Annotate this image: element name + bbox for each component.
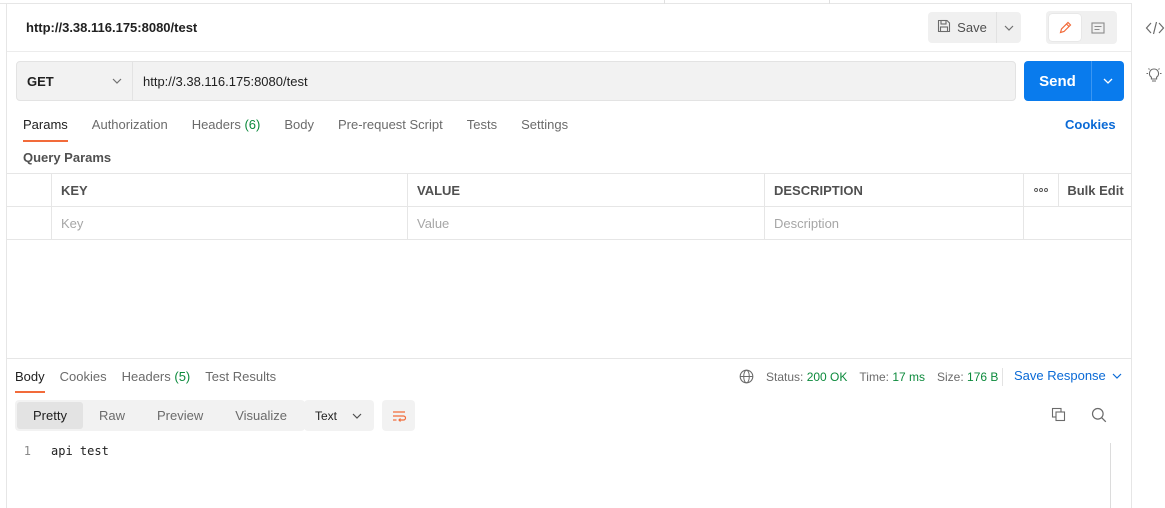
tab-pre-request-script[interactable]: Pre-request Script xyxy=(338,117,443,142)
chevron-down-icon xyxy=(1103,78,1113,84)
save-button[interactable]: Save xyxy=(928,12,996,43)
tab-authorization[interactable]: Authorization xyxy=(92,117,168,142)
edit-mode-button[interactable] xyxy=(1049,14,1081,41)
save-icon xyxy=(937,19,951,36)
checkbox-column-header xyxy=(7,174,52,206)
wrap-lines-icon xyxy=(392,410,406,422)
lightbulb-icon[interactable] xyxy=(1145,66,1163,87)
more-dots-icon xyxy=(1034,188,1048,192)
save-response-button[interactable]: Save Response xyxy=(1014,368,1122,383)
description-input[interactable]: Description xyxy=(765,207,1024,239)
value-input[interactable]: Value xyxy=(408,207,765,239)
table-header-row: KEY VALUE DESCRIPTION Bulk Edit xyxy=(7,174,1132,207)
response-tabs: Body Cookies Headers (5) Test Results xyxy=(15,369,276,393)
response-meta: Status: 200 OK Time: 17 ms Size: 176 B xyxy=(739,369,1010,384)
method-label: GET xyxy=(27,73,54,89)
response-pane: Body Cookies Headers (5) Test Results St… xyxy=(7,358,1132,508)
more-options-button[interactable] xyxy=(1024,174,1059,206)
chevron-down-icon xyxy=(1004,25,1014,31)
headers-count: (6) xyxy=(244,117,261,132)
tab-settings[interactable]: Settings xyxy=(521,117,568,142)
empty-cell xyxy=(1024,207,1059,239)
right-sidebar xyxy=(1133,0,1165,508)
view-mode-toggle xyxy=(1046,11,1117,44)
globe-icon[interactable] xyxy=(739,369,754,384)
url-input[interactable]: http://3.38.116.175:8080/test xyxy=(133,62,308,100)
view-preview[interactable]: Preview xyxy=(141,402,219,429)
send-button-group: Send xyxy=(1024,61,1124,101)
row-checkbox-cell xyxy=(7,207,52,239)
send-options-button[interactable] xyxy=(1091,61,1124,101)
format-select[interactable]: Text xyxy=(304,400,374,431)
view-visualize[interactable]: Visualize xyxy=(219,402,303,429)
response-view-selector: Pretty Raw Preview Visualize xyxy=(15,400,306,431)
response-headers-count: (5) xyxy=(174,369,191,384)
code-line: 1 api test xyxy=(7,444,109,458)
query-params-title: Query Params xyxy=(23,150,112,165)
value-column-header: VALUE xyxy=(408,174,765,206)
query-params-table: KEY VALUE DESCRIPTION Bulk Edit Key Valu… xyxy=(7,173,1132,240)
time-info[interactable]: Time: 17 ms xyxy=(859,370,925,384)
scrollbar[interactable] xyxy=(1110,443,1111,508)
save-label: Save xyxy=(957,20,987,35)
pencil-icon xyxy=(1059,21,1072,33)
bulk-edit-button[interactable]: Bulk Edit xyxy=(1059,174,1132,206)
view-raw[interactable]: Raw xyxy=(83,402,141,429)
send-button[interactable]: Send xyxy=(1024,61,1091,101)
response-tab-cookies[interactable]: Cookies xyxy=(60,369,107,393)
response-tab-body[interactable]: Body xyxy=(15,369,45,393)
size-info[interactable]: Size: 176 B xyxy=(937,370,998,384)
save-options-button[interactable] xyxy=(996,12,1021,43)
tab-params[interactable]: Params xyxy=(23,117,68,142)
chevron-down-icon xyxy=(352,413,362,419)
request-title[interactable]: http://3.38.116.175:8080/test xyxy=(26,20,197,35)
request-header: http://3.38.116.175:8080/test Save xyxy=(7,4,1131,52)
wrap-lines-button[interactable] xyxy=(382,400,415,431)
description-column-header: DESCRIPTION xyxy=(765,174,1024,206)
line-number: 1 xyxy=(23,444,31,458)
search-icon[interactable] xyxy=(1091,407,1107,426)
document-icon xyxy=(1091,21,1105,34)
response-tab-headers[interactable]: Headers (5) xyxy=(122,369,191,393)
chevron-down-icon xyxy=(1112,373,1122,379)
request-pane: http://3.38.116.175:8080/test Save GET h… xyxy=(6,4,1132,508)
tab-tests[interactable]: Tests xyxy=(467,117,497,142)
response-tab-test-results[interactable]: Test Results xyxy=(205,369,276,393)
chevron-down-icon xyxy=(112,78,122,84)
tab-headers[interactable]: Headers (6) xyxy=(192,117,261,142)
format-label: Text xyxy=(315,408,338,423)
empty-cell xyxy=(1059,207,1132,239)
table-row: Key Value Description xyxy=(7,207,1132,240)
key-column-header: KEY xyxy=(52,174,408,206)
save-button-group: Save xyxy=(928,12,1021,43)
cookies-link[interactable]: Cookies xyxy=(1065,117,1116,132)
divider xyxy=(1002,368,1003,386)
view-pretty[interactable]: Pretty xyxy=(17,402,83,429)
url-bar: GET http://3.38.116.175:8080/test xyxy=(16,61,1016,101)
method-select[interactable]: GET xyxy=(17,62,133,100)
request-tabs: Params Authorization Headers (6) Body Pr… xyxy=(23,117,568,142)
key-input[interactable]: Key xyxy=(52,207,408,239)
status-info[interactable]: Status: 200 OK xyxy=(766,370,847,384)
response-body-text[interactable]: api test xyxy=(51,444,109,458)
copy-icon[interactable] xyxy=(1051,407,1066,425)
documentation-mode-button[interactable] xyxy=(1083,14,1115,41)
code-snippet-icon[interactable] xyxy=(1145,20,1165,39)
tab-body[interactable]: Body xyxy=(284,117,314,142)
